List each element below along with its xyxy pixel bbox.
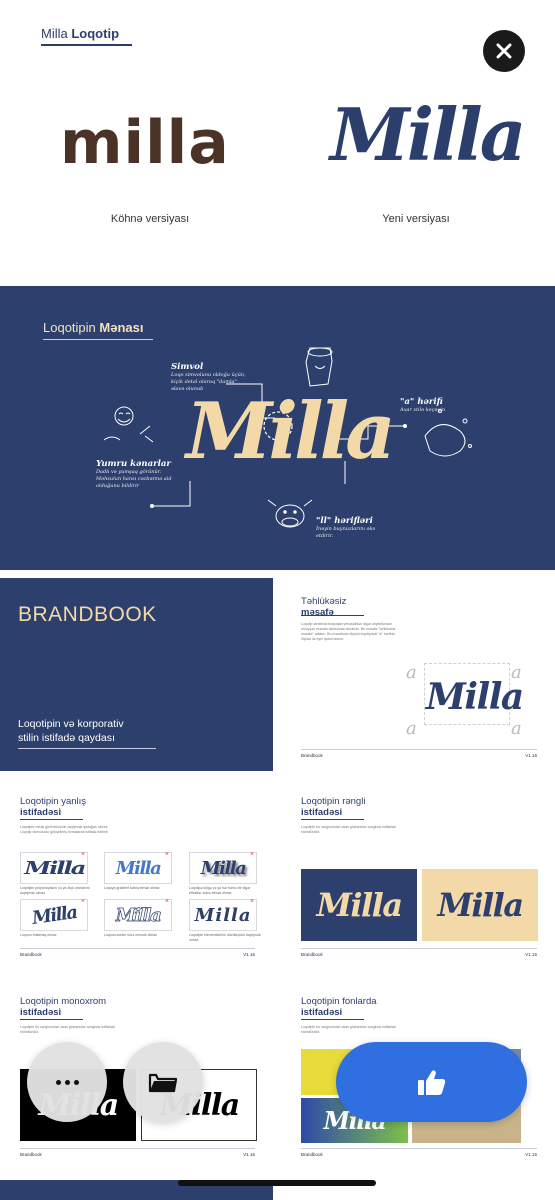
misuse-caption: Loqoya gradient tətbiq etmək olmaz xyxy=(104,886,160,890)
slide-footer: Brandbook V1.16 xyxy=(301,749,537,758)
cow-icon xyxy=(267,499,313,528)
misuse-example: Milla × xyxy=(189,851,257,884)
slide-title-underline xyxy=(20,1019,83,1020)
slide-title: Loqotipin rəngli istifadəsi xyxy=(301,796,366,818)
brandbook-title: BRANDBOOK xyxy=(18,603,157,626)
slide-title: Loqotipin yanlış istifadəsi xyxy=(20,796,87,818)
slide-title-underline xyxy=(301,819,364,820)
misuse-example: Milla × xyxy=(104,898,172,931)
cream-background-sample: Milla xyxy=(422,869,538,941)
note-a-letter: "a" hərifi Axar stilə keçəyin xyxy=(400,397,446,413)
brandbook-underline xyxy=(18,748,156,749)
misuse-caption: Loqonu kontur üzrə vermək olmaz xyxy=(104,933,157,937)
slide-description: Loqotipin bu rənglərindən əsas göstərici… xyxy=(301,825,396,834)
thumbs-up-icon xyxy=(417,1070,445,1095)
logo-comparison-section: Milla Loqotip milla Milla Köhnə versiyas… xyxy=(0,0,555,285)
colored-use-slide[interactable]: Loqotipin rəngli istifadəsi Loqotipin bu … xyxy=(281,778,555,970)
splash-icon xyxy=(424,409,472,457)
slide-description: Loqotipin vizual görüntüsünün dəyişmək q… xyxy=(20,825,109,834)
slide-footer: Brandbook V1.16 xyxy=(301,1148,537,1157)
like-button[interactable] xyxy=(336,1042,527,1122)
misuse-example: Milla × xyxy=(20,851,88,884)
folder-icon xyxy=(148,1073,178,1093)
note-round-edges: Yumru kənarlar Dadlı və yumşaq görünür. … xyxy=(96,459,172,489)
misuse-example: Milla × xyxy=(104,851,172,884)
slide-title-underline xyxy=(20,819,83,820)
save-to-folder-button[interactable] xyxy=(123,1042,203,1122)
a-letter-marker: a xyxy=(406,718,417,739)
a-letter-marker: a xyxy=(406,662,417,683)
slide-title: Loqotipin fonlarda istifadəsi xyxy=(301,996,377,1018)
slide-title-underline xyxy=(301,1019,364,1020)
slide-footer: Brandbook V1.16 xyxy=(20,1148,255,1157)
brandbook-slide[interactable]: BRANDBOOK Loqotipin və korporativ stilin… xyxy=(0,578,273,771)
slide-footer: Brandbook V1.16 xyxy=(301,948,537,957)
old-version-caption: Köhnə versiyası xyxy=(110,213,190,225)
old-logo: milla xyxy=(60,108,230,178)
logo: Milla xyxy=(426,676,524,718)
title-underline xyxy=(41,44,132,46)
section-title: Milla Loqotip xyxy=(41,26,120,41)
a-letter-marker: a xyxy=(511,718,522,739)
more-icon xyxy=(55,1079,79,1085)
misuse-example: Milla × xyxy=(20,898,88,931)
safe-distance-slide[interactable]: Təhlükəsiz məsafə Loqotip ətrafında boşlu… xyxy=(281,578,555,771)
slide-description: Loqotip ətrafında boşluqda yerləşdirilən… xyxy=(301,622,396,641)
misuse-caption: Loqotipin elementlərinin düzülüşünü dəyi… xyxy=(189,933,261,942)
milk-bottle-icon xyxy=(305,347,333,387)
slide-title: Loqotipin monoxrom istifadəsi xyxy=(20,996,107,1018)
close-button[interactable] xyxy=(483,30,525,72)
brandbook-subtitle: Loqotipin və korporativ stilin istifadə … xyxy=(18,718,124,744)
misuse-caption: Loqonu fırlatmaq olmaz xyxy=(20,933,57,937)
slide-footer: Brandbook V1.16 xyxy=(20,948,255,957)
misuse-caption: Loqotipə kölgə və ya hər hansı bir digər… xyxy=(189,886,251,895)
new-logo: Milla xyxy=(330,92,526,177)
slide-title-underline xyxy=(301,615,364,616)
slide-description: Loqotipin bu rənglərindən əsas göstərici… xyxy=(301,1025,396,1034)
misuse-caption: Loqotipin proporsiyasını və ya ölçü oran… xyxy=(20,886,90,895)
close-icon xyxy=(496,43,512,59)
logo-meaning-section: Loqotipin Mənası Milla Simvol Loqo simvo… xyxy=(0,286,555,570)
main-logo: Milla xyxy=(186,386,396,477)
home-indicator[interactable] xyxy=(178,1180,376,1186)
navy-background-sample: Milla xyxy=(301,869,417,941)
note-simvol: Simvol Loqo simvolunu oldoğu üçün, kiçik… xyxy=(171,362,246,392)
slide-description: Loqotipin bu rənglərindən əsas göstərici… xyxy=(20,1025,115,1034)
more-options-button[interactable] xyxy=(27,1042,107,1122)
smile-icon xyxy=(103,406,154,443)
misuse-example: Milla × xyxy=(189,898,257,931)
new-version-caption: Yeni versiyası xyxy=(382,213,450,225)
wrong-use-slide[interactable]: Loqotipin yanlış istifadəsi Loqotipin viz… xyxy=(0,778,273,970)
note-ll-letters: "ll" hərifləri İnəyin buynuzlarını əks e… xyxy=(316,516,376,539)
